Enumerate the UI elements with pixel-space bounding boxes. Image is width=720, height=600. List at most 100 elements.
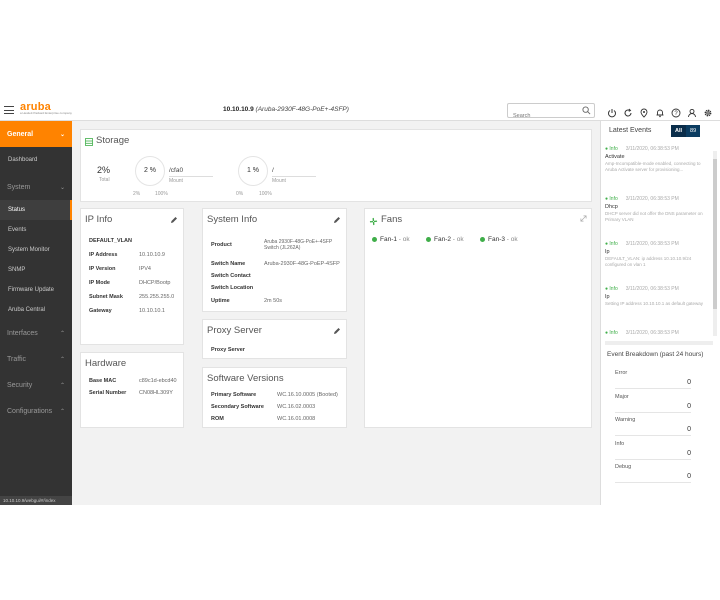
events-hscrollbar[interactable] bbox=[605, 341, 713, 345]
proxy-title: Proxy Server bbox=[207, 325, 262, 336]
sidebar-item-firmware-update[interactable]: Firmware Update bbox=[0, 280, 72, 300]
toolbar-icons: ? bbox=[600, 100, 720, 121]
ip-row: IP Mode DHCP/Bootp bbox=[89, 280, 171, 286]
breakdown-row: Major 0 bbox=[615, 394, 691, 413]
mount-label: Mount bbox=[169, 178, 183, 184]
divider bbox=[272, 176, 316, 177]
app-frame: aruba a Hewlett Packard Enterprise compa… bbox=[0, 100, 720, 505]
power-icon[interactable] bbox=[607, 105, 617, 118]
hamburger-menu-icon[interactable] bbox=[4, 106, 14, 114]
ip-info-card: IP Info DEFAULT_VLAN IP Address 10.10.10.… bbox=[80, 208, 184, 345]
search-input[interactable] bbox=[508, 110, 578, 122]
hardware-row: Base MAC c89c1d-ebcd40 bbox=[89, 378, 177, 384]
sidebar-section-traffic[interactable]: Traffic ⌃ bbox=[0, 346, 72, 372]
refresh-icon[interactable] bbox=[623, 105, 633, 117]
tab-all[interactable]: All bbox=[671, 125, 687, 137]
sidebar-section-label: Security bbox=[7, 381, 33, 389]
event-item[interactable]: ● Info 3/11/2020, 06:38:53 PM Activate Am… bbox=[605, 146, 705, 172]
gauge-max: 100% bbox=[259, 191, 272, 197]
gauge-max: 100% bbox=[155, 191, 168, 197]
event-item[interactable]: ● Info 3/11/2020, 06:38:53 PM Ip DEFAULT_… bbox=[605, 241, 705, 267]
sidebar: General ⌄ Dashboard System ⌄ Status Even… bbox=[0, 121, 72, 505]
software-title: Software Versions bbox=[207, 373, 284, 384]
storage-total-label: Total bbox=[99, 177, 110, 183]
top-header: aruba a Hewlett Packard Enterprise compa… bbox=[0, 100, 600, 122]
system-row: Product bbox=[211, 242, 232, 248]
info-icon: ● bbox=[605, 196, 609, 202]
sidebar-section-label: Traffic bbox=[7, 355, 27, 363]
chevron-down-icon: ⌄ bbox=[59, 131, 65, 138]
fan-icon bbox=[369, 217, 378, 226]
sidebar-section-interfaces[interactable]: Interfaces ⌃ bbox=[0, 320, 72, 346]
bell-icon[interactable] bbox=[655, 105, 665, 118]
edit-icon[interactable] bbox=[170, 216, 178, 224]
edit-icon[interactable] bbox=[333, 216, 341, 224]
tab-count[interactable]: 89 bbox=[686, 125, 701, 137]
mount-label: Mount bbox=[272, 178, 286, 184]
sidebar-section-configurations[interactable]: Configurations ⌃ bbox=[0, 398, 72, 424]
software-row: Secondary Software WC.16.02.0003 bbox=[211, 404, 316, 410]
info-icon: ● bbox=[605, 241, 609, 247]
gauge-min: 2% bbox=[133, 191, 141, 197]
search-box[interactable] bbox=[507, 103, 595, 122]
info-icon: ● bbox=[605, 286, 609, 292]
product-value: Aruba 2930F-48G-PoE+-4SFP Switch (JL262A… bbox=[264, 239, 333, 251]
status-dot bbox=[372, 236, 377, 242]
breakdown-row: Debug 0 bbox=[615, 464, 691, 483]
chevron-up-icon: ⌃ bbox=[59, 356, 65, 363]
scrollbar-thumb[interactable] bbox=[713, 159, 717, 309]
sidebar-item-dashboard[interactable]: Dashboard bbox=[0, 150, 72, 170]
event-item[interactable]: ● Info 3/11/2020, 06:38:53 PM Ip Setting … bbox=[605, 286, 705, 307]
sidebar-item-aruba-central[interactable]: Aruba Central bbox=[0, 300, 72, 320]
sidebar-item-snmp[interactable]: SNMP bbox=[0, 260, 72, 280]
chevron-up-icon: ⌃ bbox=[59, 408, 65, 415]
edit-icon[interactable] bbox=[333, 327, 341, 335]
gauge-value: 1 % bbox=[246, 167, 260, 174]
events-panel: Latest Events All 89 ● Info 3/11/2020, 06… bbox=[600, 121, 720, 505]
location-icon[interactable] bbox=[639, 105, 649, 118]
info-icon: ● bbox=[605, 146, 609, 152]
sidebar-section-general[interactable]: General ⌄ bbox=[0, 121, 72, 147]
device-model: (Aruba-2930F-48G-PoE+-4SFP) bbox=[255, 106, 349, 113]
system-row: Switch Name Aruba-2930F-48G-PoEP-4SFP bbox=[211, 261, 340, 267]
system-row: Uptime 2m 50s bbox=[211, 298, 283, 304]
ip-row: IP Address 10.10.10.9 bbox=[89, 252, 165, 258]
info-icon: ● bbox=[605, 330, 609, 336]
breakdown-row: Warning 0 bbox=[615, 417, 691, 436]
search-icon[interactable] bbox=[582, 106, 591, 115]
breakdown-row: Info 0 bbox=[615, 441, 691, 460]
status-dot bbox=[426, 236, 431, 242]
system-row: Switch Contact bbox=[211, 273, 251, 279]
status-url: 10.10.10.9/webgui/#/index bbox=[0, 496, 72, 505]
gauge-value: 2 % bbox=[143, 167, 157, 174]
fan-status: Fan-2 - ok bbox=[426, 236, 464, 243]
proxy-server-card: Proxy Server Proxy Server bbox=[202, 319, 347, 359]
breakdown-row: Error 0 bbox=[615, 370, 691, 389]
storage-total-value: 2% bbox=[97, 165, 111, 175]
chevron-up-icon: ⌃ bbox=[59, 382, 65, 389]
event-breakdown-title: Event Breakdown (past 24 hours) bbox=[607, 351, 704, 358]
sidebar-item-status[interactable]: Status bbox=[0, 200, 72, 220]
expand-icon[interactable] bbox=[580, 215, 587, 222]
status-dot bbox=[480, 236, 485, 242]
sidebar-section-security[interactable]: Security ⌃ bbox=[0, 372, 72, 398]
ip-row: Gateway 10.10.10.1 bbox=[89, 308, 165, 314]
sidebar-item-system-monitor[interactable]: System Monitor bbox=[0, 240, 72, 260]
storage-icon bbox=[85, 138, 93, 146]
gauge-min: 0% bbox=[236, 191, 244, 197]
ip-row: Subnet Mask 255.255.255.0 bbox=[89, 294, 175, 300]
proxy-row: Proxy Server bbox=[211, 347, 245, 353]
latest-events-title: Latest Events bbox=[609, 127, 652, 134]
help-icon[interactable]: ? bbox=[671, 105, 681, 118]
aruba-logo[interactable]: aruba a Hewlett Packard Enterprise compa… bbox=[20, 102, 72, 116]
sidebar-section-system[interactable]: System ⌄ bbox=[0, 174, 72, 200]
event-item[interactable]: ● Info 3/11/2020, 06:38:53 PM bbox=[605, 330, 705, 336]
logo-tagline: a Hewlett Packard Enterprise company bbox=[20, 111, 72, 115]
ip-row: IP Version IPV4 bbox=[89, 266, 151, 272]
event-item[interactable]: ● Info 3/11/2020, 06:38:53 PM Dhcp DHCP s… bbox=[605, 196, 705, 222]
system-info-title: System Info bbox=[207, 214, 258, 225]
user-icon[interactable] bbox=[687, 105, 697, 118]
events-scrollbar[interactable] bbox=[713, 151, 717, 336]
settings-icon[interactable] bbox=[703, 105, 713, 117]
sidebar-item-events[interactable]: Events bbox=[0, 220, 72, 240]
